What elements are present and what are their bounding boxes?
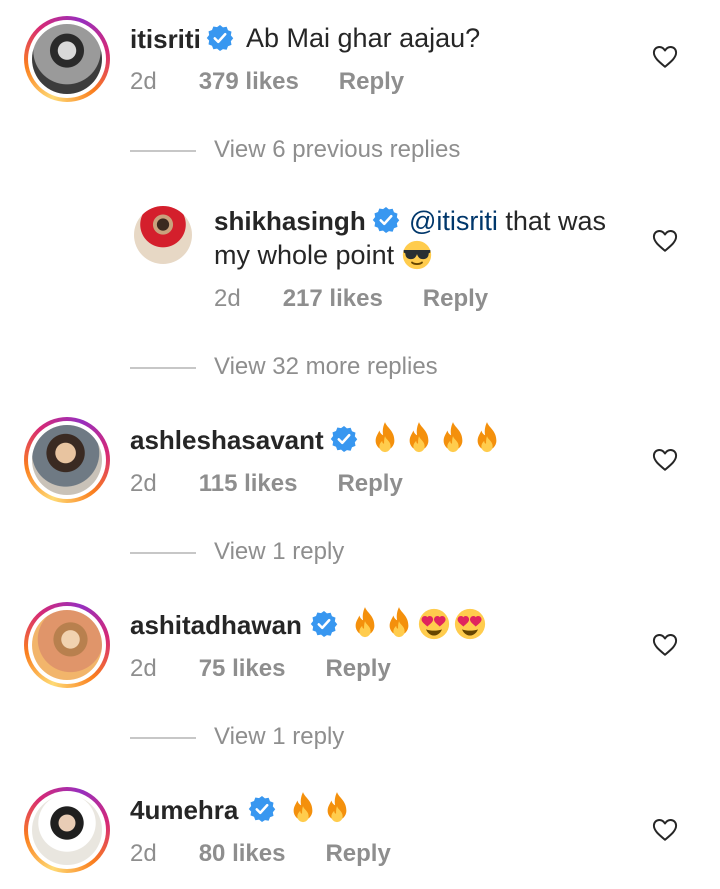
comment-meta: 2d 115 likes Reply [130,470,403,498]
fire-emoji-icon [288,791,318,832]
avatar[interactable] [134,206,192,264]
fire-emoji-icon [438,421,468,462]
like-heart-icon[interactable] [652,45,678,69]
avatar [32,24,102,94]
comment-username[interactable]: itisriti [130,24,201,55]
verified-badge-icon [248,795,276,823]
like-heart-icon[interactable] [652,229,678,253]
likes-count[interactable]: 80 likes [199,840,286,867]
fire-emoji-group [288,791,356,832]
comment-time: 2d [130,68,157,95]
comment-item: ashleshasavant 2d 115 likes Reply [0,415,720,535]
comment-time: 2d [214,285,241,312]
avatar [32,795,102,865]
comment-username[interactable]: ashleshasavant [130,425,324,456]
view-replies-label: View 1 reply [214,538,345,565]
verified-badge-icon [310,610,338,638]
fire-emoji-icon [350,606,380,647]
likes-count[interactable]: 75 likes [199,655,286,682]
comment-meta: 2d 379 likes Reply [130,68,404,96]
like-heart-icon[interactable] [652,633,678,657]
comment-text: Ab Mai ghar aajau? [246,23,481,53]
comment-meta: 2d 80 likes Reply [130,840,391,868]
view-replies-label: View 6 previous replies [214,136,461,163]
reply-button[interactable]: Reply [339,68,404,95]
like-heart-icon[interactable] [652,448,678,472]
divider-line [130,150,196,152]
reply-button[interactable]: Reply [325,840,390,867]
comment-item: 4umehra 2d 80 likes Reply [0,785,720,889]
verified-badge-icon [372,206,400,234]
verified-badge-icon [330,425,358,453]
likes-count[interactable]: 217 likes [283,285,383,312]
reply-button[interactable]: Reply [325,655,390,682]
fire-emoji-icon [322,791,352,832]
comment-item: ashitadhawan 2d 75 likes Reply [0,600,720,720]
comment-time: 2d [130,470,157,497]
comment-meta: 2d 75 likes Reply [130,655,391,683]
comment-username[interactable]: shikhasingh [214,206,366,237]
cool-face-emoji-icon [402,240,432,277]
fire-emoji-icon [370,421,400,462]
reply-button[interactable]: Reply [423,285,488,312]
fire-emoji-icon [472,421,502,462]
verified-badge-icon [206,24,234,52]
reply-item: shikhasingh @itisriti that was my whole … [0,190,720,330]
divider-line [130,737,196,739]
avatar-story-ring[interactable] [24,417,110,503]
view-replies-label: View 32 more replies [214,353,438,380]
likes-count[interactable]: 379 likes [199,68,299,95]
likes-count[interactable]: 115 likes [199,470,298,497]
fire-emoji-group [370,421,506,462]
comment-item: itisriti Ab Mai ghar aajau? 2d 379 likes R… [0,0,720,120]
emoji-group [350,606,490,647]
fire-emoji-icon [404,421,434,462]
comment-username[interactable]: ashitadhawan [130,610,302,641]
comment-time: 2d [130,840,157,867]
heart-eyes-emoji-icon [418,608,450,647]
comment-time: 2d [130,655,157,682]
comment-meta: 2d 217 likes Reply [214,285,488,313]
divider-line [130,367,196,369]
reply-button[interactable]: Reply [337,470,402,497]
heart-eyes-emoji-icon [454,608,486,647]
like-heart-icon[interactable] [652,818,678,842]
view-replies-label: View 1 reply [214,723,345,750]
comment-username[interactable]: 4umehra [130,795,238,826]
comment-text-line-1: @itisriti that was [409,206,606,236]
comment-text-line-2: my whole point [214,240,436,277]
avatar [32,610,102,680]
avatar-story-ring[interactable] [24,787,110,873]
avatar [32,425,102,495]
mention-link[interactable]: @itisriti [409,206,498,236]
avatar-story-ring[interactable] [24,16,110,102]
divider-line [130,552,196,554]
fire-emoji-icon [384,606,414,647]
avatar-story-ring[interactable] [24,602,110,688]
